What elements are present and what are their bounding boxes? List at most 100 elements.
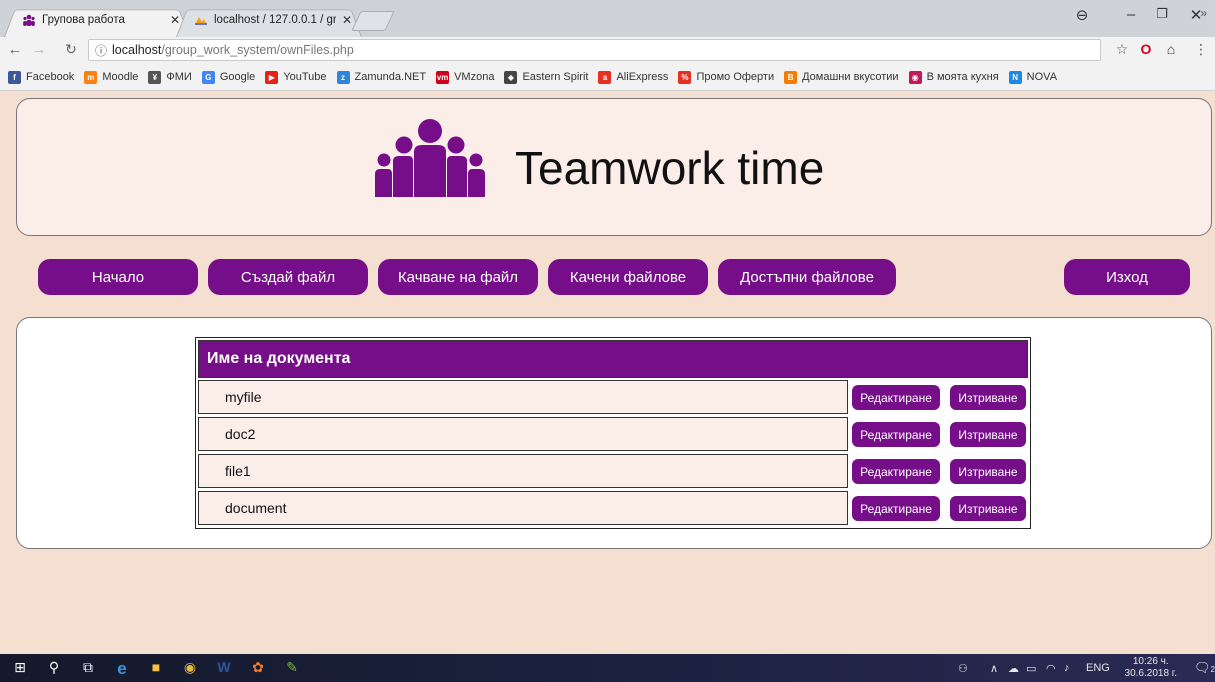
reload-icon[interactable]: ↻: [62, 41, 80, 58]
clock-date: 30.6.2018 г.: [1124, 668, 1177, 679]
bookmark-favicon-icon: %: [678, 70, 692, 84]
edit-button[interactable]: Редактиране: [852, 459, 940, 484]
bookmark-label: Facebook: [26, 71, 75, 83]
delete-button[interactable]: Изтриване: [950, 422, 1026, 447]
tab-group-work[interactable]: Групова работа ✕: [4, 5, 190, 37]
tab-title: localhost / 127.0.0.1 / grc: [214, 14, 336, 26]
restore-icon[interactable]: ❐: [1152, 6, 1172, 22]
table-row: myfile Редактиране Изтриване: [198, 380, 1028, 414]
file-name[interactable]: myfile: [198, 380, 848, 414]
site-brand-title: Teamwork time: [515, 142, 825, 194]
site-header: Teamwork time: [16, 98, 1212, 236]
address-host: localhost: [112, 43, 162, 57]
clock-time: 10:26 ч.: [1132, 656, 1169, 667]
nav-create-file-button[interactable]: Създай файл: [208, 259, 368, 295]
table-row: doc2 Редактиране Изтриване: [198, 417, 1028, 451]
bookmark-label: Eastern Spirit: [522, 71, 589, 83]
edge-browser-icon[interactable]: e: [112, 659, 132, 678]
bookmark-label: Moodle: [102, 71, 139, 83]
bookmark-item[interactable]: m Moodle: [84, 70, 139, 84]
tab-phpmyadmin[interactable]: localhost / 127.0.0.1 / grc ✕: [176, 5, 362, 37]
chevron-up-icon[interactable]: ∧: [990, 662, 998, 675]
notepad-plus-icon[interactable]: ✎: [282, 659, 302, 677]
people-tray-icon[interactable]: ⚇: [958, 662, 968, 675]
notification-count: 2: [1210, 665, 1215, 674]
forward-arrow-icon[interactable]: →: [30, 41, 48, 58]
battery-icon[interactable]: ▭: [1026, 662, 1036, 675]
browser-toolbar: ← → ↻ ⓘ localhost/group_work_system/ownF…: [0, 37, 1215, 64]
search-icon[interactable]: ⚲: [44, 659, 64, 677]
word-icon[interactable]: W: [214, 659, 234, 677]
bookmark-label: Google: [219, 71, 256, 83]
bookmark-item[interactable]: ◆ Eastern Spirit: [504, 70, 589, 84]
bookmark-favicon-icon: N: [1008, 70, 1022, 84]
back-arrow-icon[interactable]: ←: [6, 41, 24, 58]
minimize-icon[interactable]: –: [1121, 6, 1141, 23]
bookmark-item[interactable]: z Zamunda.NET: [336, 70, 427, 84]
new-tab-button[interactable]: [351, 11, 395, 31]
close-icon[interactable]: ✕: [342, 13, 352, 27]
bookmark-item[interactable]: f Facebook: [8, 70, 75, 84]
bookmark-item[interactable]: B Домашни вкусотии: [784, 70, 899, 84]
file-name[interactable]: document: [198, 491, 848, 525]
menu-dots-icon[interactable]: ⋮: [1192, 41, 1210, 58]
edit-button[interactable]: Редактиране: [852, 496, 940, 521]
browser-tab-strip: Групова работа ✕ localhost / 127.0.0.1 /…: [0, 0, 1215, 37]
edit-button[interactable]: Редактиране: [852, 385, 940, 410]
table-row: document Редактиране Изтриване: [198, 491, 1028, 525]
logout-button[interactable]: Изход: [1064, 259, 1190, 295]
phpmyadmin-favicon-icon: [195, 17, 207, 25]
bookmark-label: Домашни вкусотии: [802, 71, 899, 83]
bookmark-item[interactable]: ◉ В моята кухня: [908, 70, 999, 84]
bookmark-item[interactable]: ¥ ФМИ: [148, 70, 192, 84]
opera-extension-icon[interactable]: O: [1137, 41, 1155, 57]
xampp-icon[interactable]: ✿: [248, 659, 268, 677]
bookmark-item[interactable]: a AliExpress: [598, 70, 669, 84]
system-clock[interactable]: 10:26 ч. 30.6.2018 г.: [1125, 656, 1177, 680]
bookmark-label: Zamunda.NET: [354, 71, 427, 83]
nav-uploaded-files-button[interactable]: Качени файлове: [548, 259, 708, 295]
bookmark-favicon-icon: f: [8, 70, 21, 84]
files-table: Име на документа myfile Редактиране Изтр…: [195, 337, 1031, 529]
input-language[interactable]: ENG: [1086, 662, 1110, 674]
info-icon[interactable]: ⓘ: [95, 42, 107, 59]
home-extension-icon[interactable]: ⌂: [1162, 41, 1180, 57]
bookmark-favicon-icon: a: [598, 70, 612, 84]
task-view-icon[interactable]: ⧉: [78, 659, 98, 677]
bookmark-item[interactable]: N NOVA: [1008, 70, 1057, 84]
chrome-icon[interactable]: ◉: [180, 659, 200, 677]
nav-available-files-button[interactable]: Достъпни файлове: [718, 259, 896, 295]
volume-icon[interactable]: ♪: [1064, 662, 1070, 674]
cloud-icon[interactable]: ☁: [1008, 662, 1019, 675]
file-name[interactable]: file1: [198, 454, 848, 488]
bookmark-item[interactable]: % Промо Оферти: [678, 70, 775, 84]
bookmark-favicon-icon: G: [201, 70, 215, 84]
file-name[interactable]: doc2: [198, 417, 848, 451]
bookmark-item[interactable]: vm VMzona: [436, 70, 494, 84]
delete-button[interactable]: Изтриване: [950, 385, 1026, 410]
bookmark-favicon-icon: ▶: [265, 70, 279, 84]
wifi-icon[interactable]: ◠: [1046, 662, 1056, 675]
address-bar[interactable]: ⓘ localhost/group_work_system/ownFiles.p…: [88, 39, 1101, 61]
bookmark-label: Промо Оферти: [696, 71, 775, 83]
notification-center-icon[interactable]: 🗨2: [1194, 660, 1215, 676]
windows-start-icon[interactable]: ⊞: [10, 659, 30, 677]
file-explorer-icon[interactable]: ■: [146, 659, 166, 677]
bookmark-favicon-icon: ◉: [908, 70, 922, 84]
delete-button[interactable]: Изтриване: [950, 459, 1026, 484]
bookmark-item[interactable]: G Google: [201, 70, 256, 84]
bookmark-star-icon[interactable]: ☆: [1113, 41, 1131, 58]
bookmark-favicon-icon: ¥: [148, 70, 162, 84]
nav-upload-file-button[interactable]: Качване на файл: [378, 259, 538, 295]
nav-home-button[interactable]: Начало: [38, 259, 198, 295]
edit-button[interactable]: Редактиране: [852, 422, 940, 447]
bookmark-label: AliExpress: [616, 71, 669, 83]
people-favicon-icon: [23, 14, 35, 26]
profile-icon[interactable]: ⊖: [1072, 6, 1092, 24]
delete-button[interactable]: Изтриване: [950, 496, 1026, 521]
bookmarks-more-icon[interactable]: »: [1200, 6, 1207, 20]
bookmark-label: ФМИ: [166, 71, 192, 83]
bookmark-favicon-icon: m: [84, 70, 98, 84]
tab-title: Групова работа: [42, 14, 125, 26]
bookmark-item[interactable]: ▶ YouTube: [265, 70, 327, 84]
